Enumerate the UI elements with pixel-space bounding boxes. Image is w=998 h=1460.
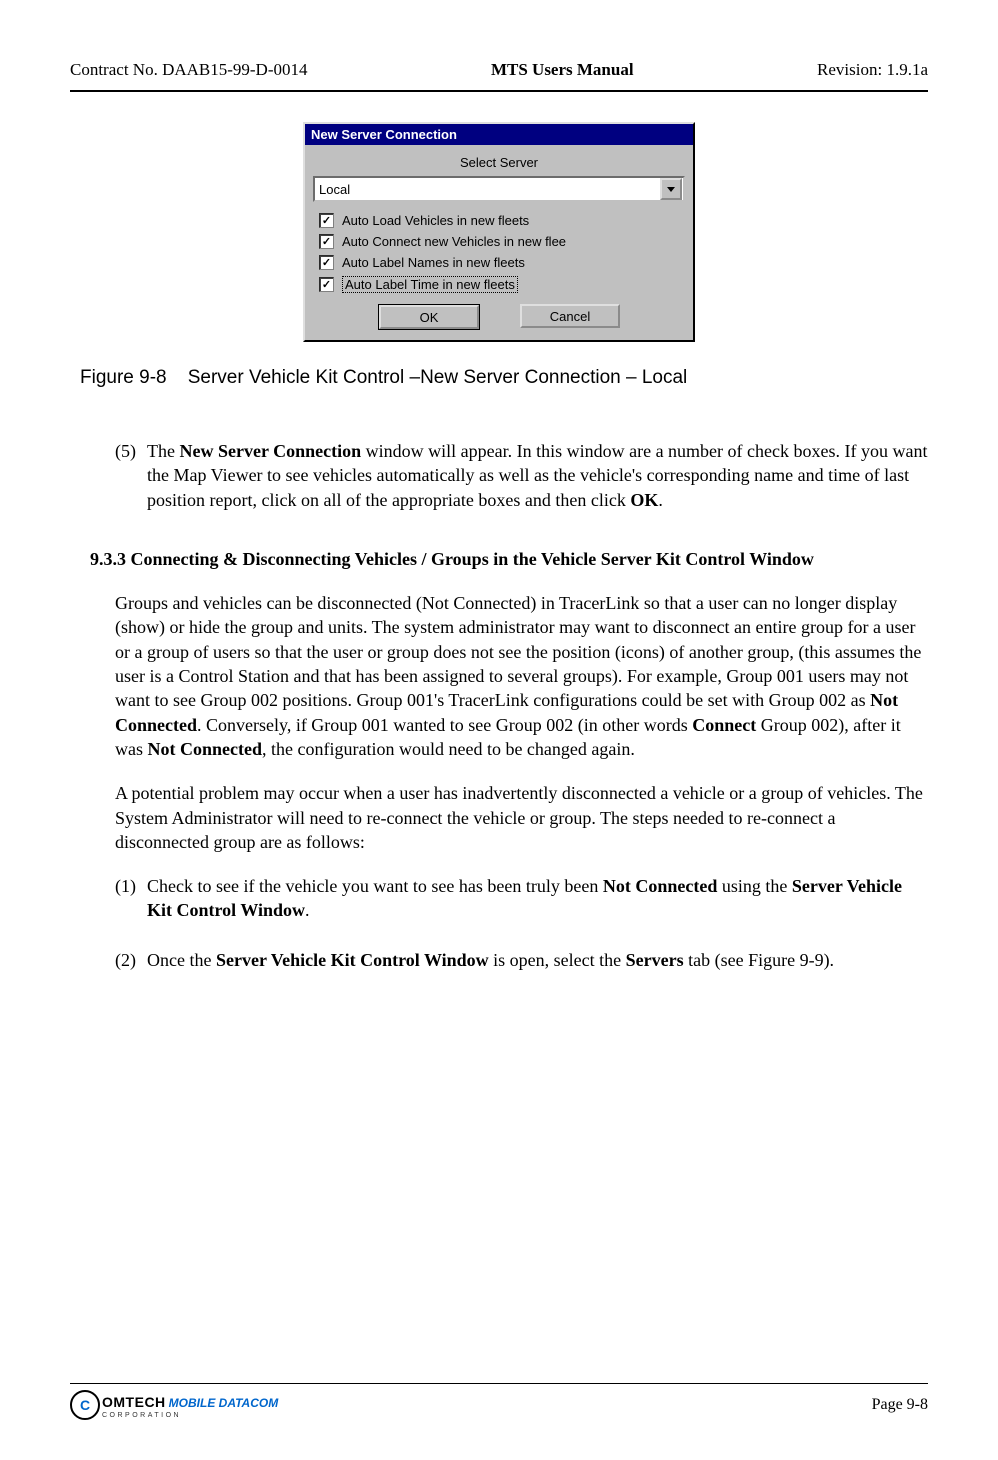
page-header: Contract No. DAAB15-99-D-0014 MTS Users … xyxy=(70,60,928,90)
checkbox-label-focused: Auto Label Time in new fleets xyxy=(342,276,518,293)
checkbox-checked-icon[interactable]: ✓ xyxy=(319,255,334,270)
new-server-connection-dialog: New Server Connection Select Server Loca… xyxy=(303,122,695,342)
header-right: Revision: 1.9.1a xyxy=(817,60,928,80)
server-dropdown[interactable]: Local xyxy=(313,176,685,202)
chevron-down-icon[interactable] xyxy=(660,178,682,200)
step-5: (5) The New Server Connection window wil… xyxy=(115,439,928,512)
section-heading: 9.3.3 Connecting & Disconnecting Vehicle… xyxy=(90,547,928,571)
checkbox-checked-icon[interactable]: ✓ xyxy=(319,234,334,249)
paragraph: Groups and vehicles can be disconnected … xyxy=(115,591,928,761)
dropdown-value: Local xyxy=(315,182,659,197)
checkbox-row[interactable]: ✓ Auto Connect new Vehicles in new flee xyxy=(313,231,685,252)
checkbox-checked-icon[interactable]: ✓ xyxy=(319,213,334,228)
checkbox-row[interactable]: ✓ Auto Label Names in new fleets xyxy=(313,252,685,273)
comtech-logo: C OMTECHMOBILE DATACOM CORPORATION xyxy=(70,1390,278,1420)
checkbox-checked-icon[interactable]: ✓ xyxy=(319,277,334,292)
step-1: (1) Check to see if the vehicle you want… xyxy=(115,874,928,923)
cancel-button[interactable]: Cancel xyxy=(520,304,620,328)
checkbox-row[interactable]: ✓ Auto Label Time in new fleets xyxy=(313,273,685,296)
paragraph: A potential problem may occur when a use… xyxy=(115,781,928,854)
ok-button[interactable]: OK xyxy=(378,304,480,330)
checkbox-label: Auto Load Vehicles in new fleets xyxy=(342,213,529,228)
checkbox-label: Auto Label Names in new fleets xyxy=(342,255,525,270)
step-2: (2) Once the Server Vehicle Kit Control … xyxy=(115,948,928,972)
page-footer: C OMTECHMOBILE DATACOM CORPORATION Page … xyxy=(70,1383,928,1420)
checkbox-row[interactable]: ✓ Auto Load Vehicles in new fleets xyxy=(313,210,685,231)
dialog-titlebar: New Server Connection xyxy=(305,124,693,145)
figure-caption: Figure 9-8 Server Vehicle Kit Control –N… xyxy=(80,367,928,389)
page-number: Page 9-8 xyxy=(872,1396,928,1414)
header-left: Contract No. DAAB15-99-D-0014 xyxy=(70,60,308,80)
header-divider xyxy=(70,90,928,92)
checkbox-label: Auto Connect new Vehicles in new flee xyxy=(342,234,566,249)
select-server-label: Select Server xyxy=(313,151,685,176)
header-center: MTS Users Manual xyxy=(491,60,634,80)
